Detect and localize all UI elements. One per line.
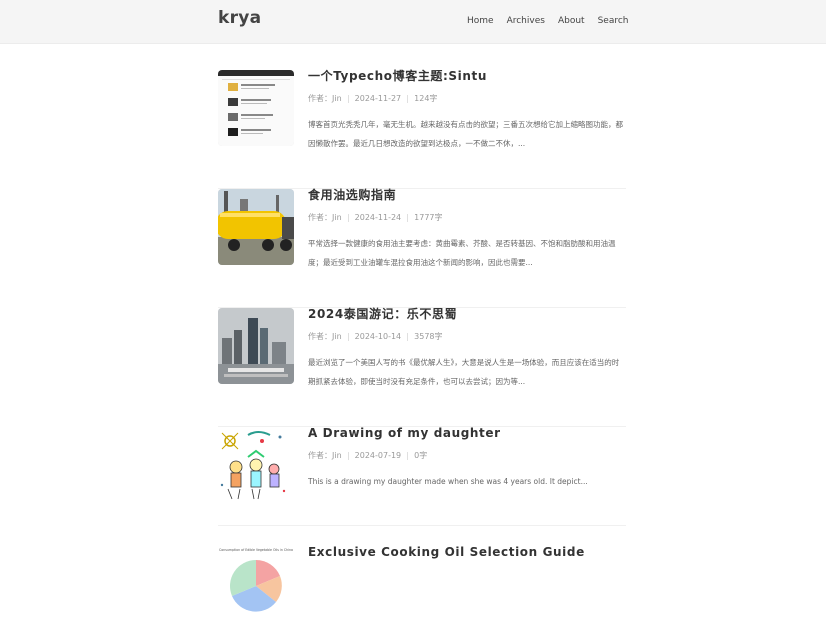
post-thumbnail[interactable]	[218, 70, 294, 146]
post-body: A Drawing of my daughter 作者：Jin 2024-07-…	[308, 427, 626, 510]
oil-consumption-chart-image: Consumption of Edible Vegetable Oils in …	[218, 546, 294, 622]
post-title[interactable]: 一个Typecho博客主题:Sintu	[308, 70, 626, 83]
post-word-count: 0字	[414, 451, 428, 460]
child-drawing-image	[218, 427, 294, 503]
post-author: 作者：Jin	[308, 213, 342, 222]
post-body: 2024泰国游记：乐不思蜀 作者：Jin 2024-10-14 3578字 最近…	[308, 308, 626, 391]
post-body: Exclusive Cooking Oil Selection Guide	[308, 546, 626, 559]
post-word-count: 3578字	[414, 332, 443, 341]
main-nav: Home Archives About Search	[467, 16, 641, 26]
post-author: 作者：Jin	[308, 332, 342, 341]
post-word-count: 124字	[414, 94, 438, 103]
post-excerpt: This is a drawing my daughter made when …	[308, 477, 588, 486]
post-meta: 作者：Jin 2024-07-19 0字	[308, 451, 626, 461]
meta-divider	[347, 333, 349, 341]
post-list: 一个Typecho博客主题:Sintu 作者：Jin 2024-11-27 12…	[218, 70, 626, 622]
post-word-count: 1777字	[414, 213, 443, 222]
oil-tanker-image	[218, 189, 294, 265]
post-body: 食用油选购指南 作者：Jin 2024-11-24 1777字 平常选择一款健康…	[308, 189, 626, 272]
post-date: 2024-11-27	[354, 94, 402, 103]
post-meta: 作者：Jin 2024-11-24 1777字	[308, 213, 626, 223]
post-item: A Drawing of my daughter 作者：Jin 2024-07-…	[218, 427, 626, 526]
meta-divider	[407, 95, 409, 103]
meta-divider	[347, 95, 349, 103]
post-meta: 作者：Jin 2024-11-27 124字	[308, 94, 626, 104]
post-title[interactable]: A Drawing of my daughter	[308, 427, 626, 440]
post-title[interactable]: 2024泰国游记：乐不思蜀	[308, 308, 626, 321]
post-author: 作者：Jin	[308, 451, 342, 460]
meta-divider	[407, 333, 409, 341]
post-excerpt: 博客首页光秃秃几年，毫无生机。越来越没有点击的欲望；三番五次想给它加上缩略图功能…	[308, 120, 623, 148]
post-item: 食用油选购指南 作者：Jin 2024-11-24 1777字 平常选择一款健康…	[218, 189, 626, 308]
site-logo[interactable]: krya	[218, 8, 261, 28]
post-item: 2024泰国游记：乐不思蜀 作者：Jin 2024-10-14 3578字 最近…	[218, 308, 626, 427]
post-item: Consumption of Edible Vegetable Oils in …	[218, 546, 626, 622]
nav-home[interactable]: Home	[467, 16, 494, 26]
post-author: 作者：Jin	[308, 94, 342, 103]
post-thumbnail[interactable]: Consumption of Edible Vegetable Oils in …	[218, 546, 294, 622]
post-title[interactable]: Exclusive Cooking Oil Selection Guide	[308, 546, 626, 559]
nav-about[interactable]: About	[558, 16, 585, 26]
post-item: 一个Typecho博客主题:Sintu 作者：Jin 2024-11-27 12…	[218, 70, 626, 189]
post-thumbnail[interactable]	[218, 189, 294, 265]
post-excerpt: 平常选择一款健康的食用油主要考虑：黄曲霉素、芥酸、是否转基因、不饱和脂肪酸和用油…	[308, 239, 616, 267]
meta-divider	[407, 214, 409, 222]
blog-screenshot-image	[218, 70, 294, 146]
post-date: 2024-10-14	[354, 332, 402, 341]
meta-divider	[347, 214, 349, 222]
nav-search[interactable]: Search	[598, 16, 629, 26]
post-date: 2024-07-19	[354, 451, 402, 460]
nav-archives[interactable]: Archives	[507, 16, 545, 26]
city-skyline-image	[218, 308, 294, 384]
post-excerpt: 最近浏览了一个美国人写的书《最优解人生》，大意是说人生是一场体验，而且应该在适当…	[308, 358, 620, 386]
meta-divider	[347, 452, 349, 460]
meta-divider	[407, 452, 409, 460]
post-meta: 作者：Jin 2024-10-14 3578字	[308, 332, 626, 342]
post-body: 一个Typecho博客主题:Sintu 作者：Jin 2024-11-27 12…	[308, 70, 626, 153]
post-date: 2024-11-24	[354, 213, 402, 222]
site-header: krya Home Archives About Search	[0, 0, 826, 44]
thumb-caption: Consumption of Edible Vegetable Oils in …	[219, 548, 293, 552]
post-thumbnail[interactable]	[218, 427, 294, 503]
post-thumbnail[interactable]	[218, 308, 294, 384]
post-title[interactable]: 食用油选购指南	[308, 189, 626, 202]
